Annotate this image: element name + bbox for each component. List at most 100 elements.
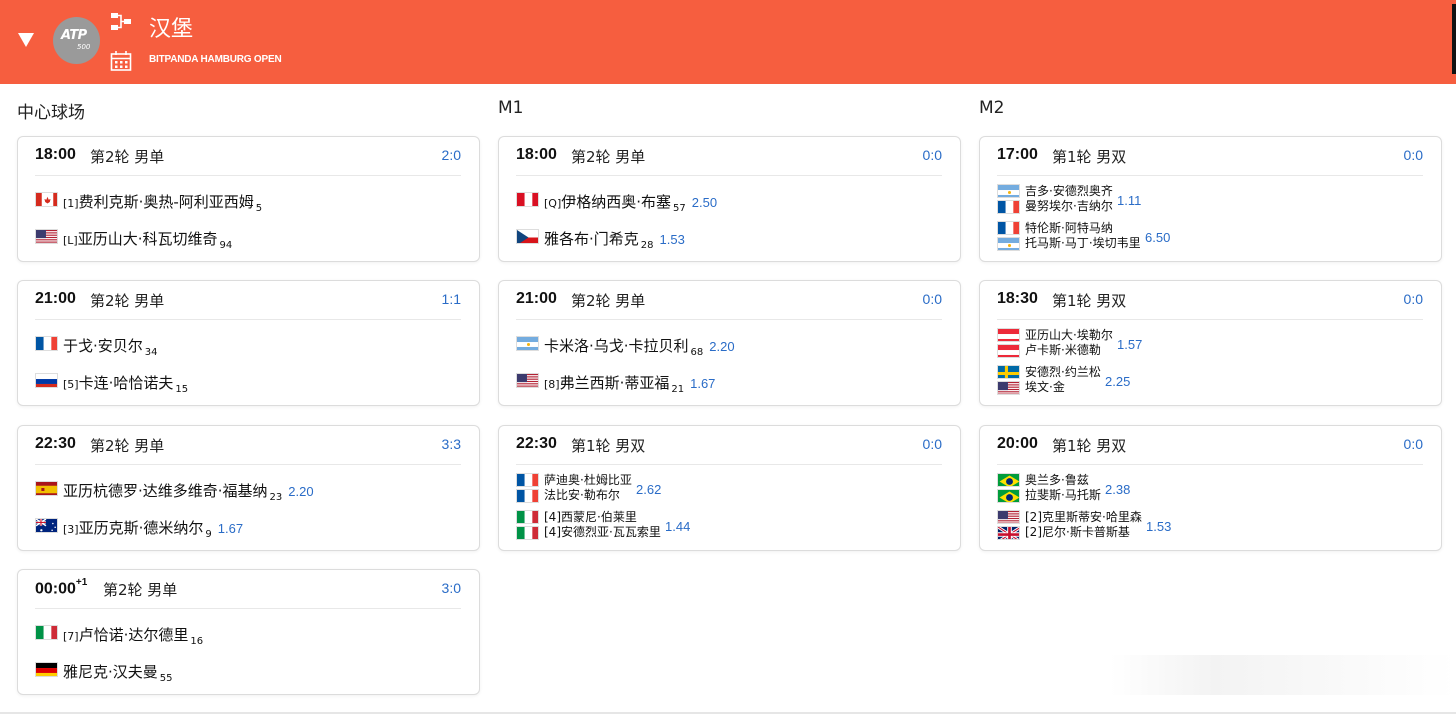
player-row: [L]亚历山大·科瓦切维奇 94 xyxy=(35,228,469,251)
spain-flag-icon xyxy=(35,481,58,496)
team-player-name: [2]尼尔·斯卡普斯基 xyxy=(1025,525,1130,539)
logo-text: ATP xyxy=(61,28,87,43)
player-odds[interactable]: 1.53 xyxy=(660,232,685,247)
team-flags xyxy=(997,221,1020,253)
player-rank: 5 xyxy=(255,203,263,214)
player-row: 亚历杭德罗·达维多维奇·福基纳 23 2.20 xyxy=(35,480,469,503)
austria-flag-icon xyxy=(997,344,1020,358)
match-time: 17:00 xyxy=(997,146,1038,164)
player-name: [5]卡连·哈恰诺夫 15 xyxy=(63,372,189,395)
match-header: 18:30 第1轮 男双 0:0 xyxy=(997,281,1423,320)
team-odds[interactable]: 2.25 xyxy=(1105,374,1130,389)
match-card[interactable]: 22:30 第1轮 男双 0:0 萨迪奥·杜姆比亚 法比安·勒布尔 2.62 [4]西蒙尼·… xyxy=(498,425,961,551)
tournament-title: 汉堡 xyxy=(149,17,194,42)
player-rank: 15 xyxy=(175,384,189,395)
player-odds[interactable]: 1.67 xyxy=(690,376,715,391)
match-card[interactable]: 17:00 第1轮 男双 0:0 吉多·安德烈奥齐 曼努埃尔·吉纳尔 1.11 特伦斯·阿特… xyxy=(979,136,1442,262)
player-odds[interactable]: 2.20 xyxy=(288,484,313,499)
player-name: [Q]伊格纳西奥·布塞 57 2.50 xyxy=(544,191,717,214)
time-value: 20:00 xyxy=(997,435,1038,452)
france-flag-icon xyxy=(997,200,1020,214)
time-value: 17:00 xyxy=(997,146,1038,163)
player-name-text: 弗兰西斯·蒂亚福 xyxy=(559,374,670,392)
match-score: 3:0 xyxy=(441,580,461,596)
match-header: 20:00 第1轮 男双 0:0 xyxy=(997,426,1423,465)
player-row: 卡米洛·乌戈·卡拉贝利 68 2.20 xyxy=(516,335,950,358)
usa-flag-icon xyxy=(997,510,1020,524)
france-flag-icon xyxy=(516,473,539,487)
player-name: 雅尼克·汉夫曼 55 xyxy=(63,661,173,684)
player-seed: [7] xyxy=(63,630,79,643)
time-value: 22:30 xyxy=(35,435,76,452)
player-name-text: 费利克斯·奥热-阿利亚西姆 xyxy=(78,193,254,211)
player-name-text: 于戈·安贝尔 xyxy=(63,337,143,355)
player-row: [3]亚历克斯·德米纳尔 9 1.67 xyxy=(35,517,469,540)
tournament-header: ATP 500 汉堡 BITPANDA HAMBURG OPEN xyxy=(0,0,1456,84)
player-row: [7]卢恰诺·达尔德里 16 xyxy=(35,624,469,647)
calendar-icon[interactable] xyxy=(110,50,132,72)
match-time: 18:30 xyxy=(997,290,1038,308)
player-seed: [1] xyxy=(63,197,79,210)
team-names: [4]西蒙尼·伯莱里 [4]安德烈亚·瓦瓦索里 xyxy=(544,510,661,540)
match-card[interactable]: 22:30 第2轮 男单 3:3 亚历杭德罗·达维多维奇·福基纳 23 2.20 [3]亚历… xyxy=(17,425,480,551)
peru-flag-icon xyxy=(516,192,539,207)
collapse-arrow-icon[interactable] xyxy=(18,33,34,47)
match-card[interactable]: 18:00 第2轮 男单 2:0 [1]费利克斯·奥热-阿利亚西姆 5 [L]亚历山大·科… xyxy=(17,136,480,262)
player-odds[interactable]: 2.20 xyxy=(709,339,734,354)
team-names: 亚历山大·埃勒尔 卢卡斯·米德勒 xyxy=(1025,328,1113,358)
match-card[interactable]: 00:00+1 第2轮 男单 3:0 [7]卢恰诺·达尔德里 16 雅尼克·汉夫曼 55 xyxy=(17,569,480,695)
match-header: 18:00 第2轮 男单 2:0 xyxy=(35,137,461,176)
team-row: [2]克里斯蒂安·哈里森 [2]尼尔·斯卡普斯基 1.53 xyxy=(997,510,1431,544)
player-name-text: 卢恰诺·达尔德里 xyxy=(78,626,189,644)
team-row: 萨迪奥·杜姆比亚 法比安·勒布尔 2.62 xyxy=(516,473,950,507)
france-flag-icon xyxy=(997,221,1020,235)
team-row: 特伦斯·阿特马纳 托马斯·马丁·埃切韦里 6.50 xyxy=(997,221,1431,255)
team-flags xyxy=(516,473,539,505)
player-odds[interactable]: 2.50 xyxy=(692,195,717,210)
team-odds[interactable]: 1.11 xyxy=(1117,193,1141,208)
atp-500-logo: ATP 500 xyxy=(53,17,100,64)
italy-flag-icon xyxy=(35,625,58,640)
player-rank: 94 xyxy=(219,240,233,251)
player-seed: [8] xyxy=(544,378,560,391)
match-time: 20:00 xyxy=(997,435,1038,453)
match-card[interactable]: 18:30 第1轮 男双 0:0 亚历山大·埃勒尔 卢卡斯·米德勒 1.57 安德烈·约兰松… xyxy=(979,280,1442,406)
match-header: 21:00 第2轮 男单 1:1 xyxy=(35,281,461,320)
player-name: [3]亚历克斯·德米纳尔 9 1.67 xyxy=(63,517,243,540)
team-row: [4]西蒙尼·伯莱里 [4]安德烈亚·瓦瓦索里 1.44 xyxy=(516,510,950,544)
player-row: [Q]伊格纳西奥·布塞 57 2.50 xyxy=(516,191,950,214)
player-name-text: 亚历杭德罗·达维多维奇·福基纳 xyxy=(63,482,268,500)
uk-flag-icon xyxy=(997,526,1020,540)
team-odds[interactable]: 1.44 xyxy=(665,519,690,534)
player-row: 于戈·安贝尔 34 xyxy=(35,335,469,358)
player-name-text: 雅各布·门希克 xyxy=(544,230,639,248)
match-score: 0:0 xyxy=(922,147,942,163)
player-odds[interactable]: 1.67 xyxy=(218,521,243,536)
player-rank: 21 xyxy=(671,384,685,395)
team-odds[interactable]: 1.53 xyxy=(1146,519,1171,534)
team-player-name: 曼努埃尔·吉纳尔 xyxy=(1025,199,1113,213)
match-card[interactable]: 21:00 第2轮 男单 0:0 卡米洛·乌戈·卡拉贝利 68 2.20 [8]弗兰西斯·蒂… xyxy=(498,280,961,406)
team-names: 萨迪奥·杜姆比亚 法比安·勒布尔 xyxy=(544,473,632,503)
match-header: 00:00+1 第2轮 男单 3:0 xyxy=(35,570,461,609)
team-flags xyxy=(997,510,1020,542)
match-time: 22:30 xyxy=(35,435,76,453)
team-player-name: 卢卡斯·米德勒 xyxy=(1025,343,1101,357)
draw-bracket-icon[interactable] xyxy=(110,12,132,34)
next-day-marker: +1 xyxy=(75,577,88,588)
time-value: 21:00 xyxy=(516,290,557,307)
team-odds[interactable]: 1.57 xyxy=(1117,337,1142,352)
match-round: 第2轮 男单 xyxy=(90,437,165,455)
logo-level: 500 xyxy=(77,43,91,51)
player-rank: 23 xyxy=(269,492,283,503)
match-card[interactable]: 21:00 第2轮 男单 1:1 于戈·安贝尔 34 [5]卡连·哈恰诺夫 15 xyxy=(17,280,480,406)
match-round: 第2轮 男单 xyxy=(90,148,165,166)
team-odds[interactable]: 6.50 xyxy=(1145,230,1170,245)
match-card[interactable]: 20:00 第1轮 男双 0:0 奥兰多·鲁兹 拉斐斯·马托斯 2.38 [2]克里斯蒂安·… xyxy=(979,425,1442,551)
team-player-name: [4]安德烈亚·瓦瓦索里 xyxy=(544,525,661,539)
match-card[interactable]: 18:00 第2轮 男单 0:0 [Q]伊格纳西奥·布塞 57 2.50 雅各布·门希克 28… xyxy=(498,136,961,262)
player-name: 卡米洛·乌戈·卡拉贝利 68 2.20 xyxy=(544,335,735,358)
team-odds[interactable]: 2.62 xyxy=(636,482,661,497)
team-odds[interactable]: 2.38 xyxy=(1105,482,1130,497)
player-row: 雅各布·门希克 28 1.53 xyxy=(516,228,950,251)
